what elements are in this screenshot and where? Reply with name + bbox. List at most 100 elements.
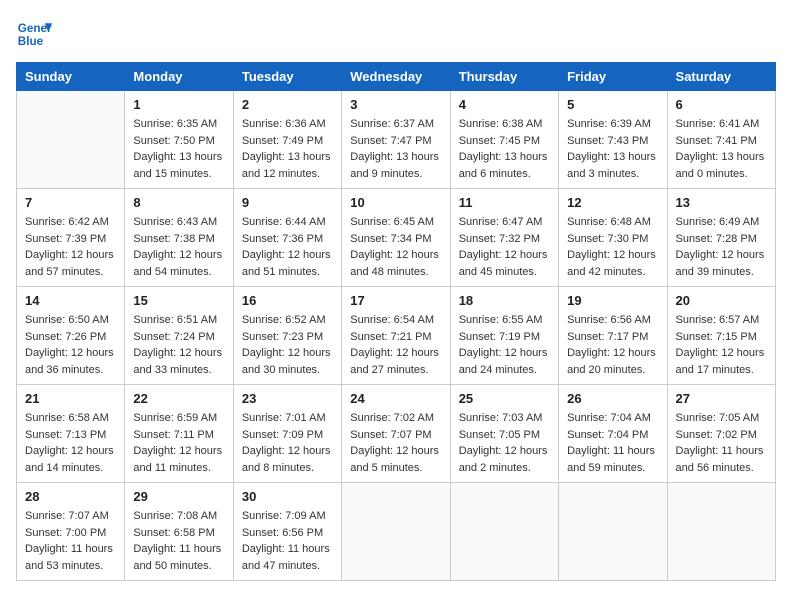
day-number: 7 (25, 195, 116, 210)
day-number: 11 (459, 195, 550, 210)
svg-text:Blue: Blue (18, 35, 44, 48)
day-info: Sunrise: 7:04 AMSunset: 7:04 PMDaylight:… (567, 410, 658, 476)
calendar-cell: 28 Sunrise: 7:07 AMSunset: 7:00 PMDayligh… (17, 483, 125, 581)
page-header: General Blue (16, 16, 776, 52)
day-number: 5 (567, 97, 658, 112)
day-number: 2 (242, 97, 333, 112)
day-info: Sunrise: 6:48 AMSunset: 7:30 PMDaylight:… (567, 214, 658, 280)
logo: General Blue (16, 16, 52, 52)
day-number: 9 (242, 195, 333, 210)
day-info: Sunrise: 6:57 AMSunset: 7:15 PMDaylight:… (676, 312, 767, 378)
day-number: 21 (25, 391, 116, 406)
weekday-header-thursday: Thursday (450, 63, 558, 91)
day-number: 15 (133, 293, 224, 308)
day-number: 6 (676, 97, 767, 112)
week-row-3: 14Sunrise: 6:50 AMSunset: 7:26 PMDayligh… (17, 287, 776, 385)
calendar-cell: 15 Sunrise: 6:51 AMSunset: 7:24 PMDayligh… (125, 287, 233, 385)
day-number: 28 (25, 489, 116, 504)
day-number: 8 (133, 195, 224, 210)
calendar-cell: 30 Sunrise: 7:09 AMSunset: 6:56 PMDayligh… (233, 483, 341, 581)
day-info: Sunrise: 6:37 AMSunset: 7:47 PMDaylight:… (350, 116, 441, 182)
weekday-header-wednesday: Wednesday (342, 63, 450, 91)
day-number: 13 (676, 195, 767, 210)
calendar-cell: 29 Sunrise: 7:08 AMSunset: 6:58 PMDayligh… (125, 483, 233, 581)
day-number: 20 (676, 293, 767, 308)
day-number: 25 (459, 391, 550, 406)
day-info: Sunrise: 6:55 AMSunset: 7:19 PMDaylight:… (459, 312, 550, 378)
calendar-cell: 2 Sunrise: 6:36 AMSunset: 7:49 PMDaylight… (233, 91, 341, 189)
day-number: 1 (133, 97, 224, 112)
day-info: Sunrise: 7:07 AMSunset: 7:00 PMDaylight:… (25, 508, 116, 574)
calendar-cell: 24 Sunrise: 7:02 AMSunset: 7:07 PMDayligh… (342, 385, 450, 483)
weekday-header-tuesday: Tuesday (233, 63, 341, 91)
day-info: Sunrise: 6:45 AMSunset: 7:34 PMDaylight:… (350, 214, 441, 280)
calendar-cell: 14Sunrise: 6:50 AMSunset: 7:26 PMDayligh… (17, 287, 125, 385)
calendar-cell: 12Sunrise: 6:48 AMSunset: 7:30 PMDayligh… (559, 189, 667, 287)
calendar-cell: 1Sunrise: 6:35 AMSunset: 7:50 PMDaylight… (125, 91, 233, 189)
calendar-cell: 10 Sunrise: 6:45 AMSunset: 7:34 PMDayligh… (342, 189, 450, 287)
day-info: Sunrise: 6:56 AMSunset: 7:17 PMDaylight:… (567, 312, 658, 378)
day-number: 29 (133, 489, 224, 504)
calendar-cell: 7 Sunrise: 6:42 AMSunset: 7:39 PMDaylight… (17, 189, 125, 287)
day-info: Sunrise: 6:44 AMSunset: 7:36 PMDaylight:… (242, 214, 333, 280)
day-info: Sunrise: 6:38 AMSunset: 7:45 PMDaylight:… (459, 116, 550, 182)
calendar-cell: 18 Sunrise: 6:55 AMSunset: 7:19 PMDayligh… (450, 287, 558, 385)
day-number: 17 (350, 293, 441, 308)
calendar-cell: 23Sunrise: 7:01 AMSunset: 7:09 PMDayligh… (233, 385, 341, 483)
calendar-cell: 5 Sunrise: 6:39 AMSunset: 7:43 PMDaylight… (559, 91, 667, 189)
weekday-header-saturday: Saturday (667, 63, 775, 91)
day-number: 10 (350, 195, 441, 210)
calendar-cell: 3 Sunrise: 6:37 AMSunset: 7:47 PMDaylight… (342, 91, 450, 189)
weekday-header-sunday: Sunday (17, 63, 125, 91)
calendar-cell (342, 483, 450, 581)
day-info: Sunrise: 7:02 AMSunset: 7:07 PMDaylight:… (350, 410, 441, 476)
calendar-cell: 4 Sunrise: 6:38 AMSunset: 7:45 PMDaylight… (450, 91, 558, 189)
day-number: 14 (25, 293, 116, 308)
day-info: Sunrise: 7:08 AMSunset: 6:58 PMDaylight:… (133, 508, 224, 574)
day-number: 23 (242, 391, 333, 406)
calendar-cell: 8Sunrise: 6:43 AMSunset: 7:38 PMDaylight… (125, 189, 233, 287)
calendar-cell: 13 Sunrise: 6:49 AMSunset: 7:28 PMDayligh… (667, 189, 775, 287)
day-number: 24 (350, 391, 441, 406)
day-info: Sunrise: 6:47 AMSunset: 7:32 PMDaylight:… (459, 214, 550, 280)
calendar-cell: 27Sunrise: 7:05 AMSunset: 7:02 PMDayligh… (667, 385, 775, 483)
day-info: Sunrise: 6:51 AMSunset: 7:24 PMDaylight:… (133, 312, 224, 378)
day-info: Sunrise: 6:36 AMSunset: 7:49 PMDaylight:… (242, 116, 333, 182)
day-number: 30 (242, 489, 333, 504)
calendar-cell: 17 Sunrise: 6:54 AMSunset: 7:21 PMDayligh… (342, 287, 450, 385)
day-number: 22 (133, 391, 224, 406)
weekday-header-friday: Friday (559, 63, 667, 91)
week-row-5: 28 Sunrise: 7:07 AMSunset: 7:00 PMDayligh… (17, 483, 776, 581)
calendar-cell: 21 Sunrise: 6:58 AMSunset: 7:13 PMDayligh… (17, 385, 125, 483)
day-info: Sunrise: 7:09 AMSunset: 6:56 PMDaylight:… (242, 508, 333, 574)
calendar-cell: 11 Sunrise: 6:47 AMSunset: 7:32 PMDayligh… (450, 189, 558, 287)
calendar-cell: 25 Sunrise: 7:03 AMSunset: 7:05 PMDayligh… (450, 385, 558, 483)
calendar-cell: 16Sunrise: 6:52 AMSunset: 7:23 PMDayligh… (233, 287, 341, 385)
day-number: 18 (459, 293, 550, 308)
day-info: Sunrise: 6:54 AMSunset: 7:21 PMDaylight:… (350, 312, 441, 378)
calendar-cell: 19Sunrise: 6:56 AMSunset: 7:17 PMDayligh… (559, 287, 667, 385)
calendar-cell: 22 Sunrise: 6:59 AMSunset: 7:11 PMDayligh… (125, 385, 233, 483)
weekday-header-monday: Monday (125, 63, 233, 91)
day-info: Sunrise: 6:52 AMSunset: 7:23 PMDaylight:… (242, 312, 333, 378)
day-info: Sunrise: 6:49 AMSunset: 7:28 PMDaylight:… (676, 214, 767, 280)
day-info: Sunrise: 6:41 AMSunset: 7:41 PMDaylight:… (676, 116, 767, 182)
logo-icon: General Blue (16, 16, 52, 52)
day-info: Sunrise: 6:59 AMSunset: 7:11 PMDaylight:… (133, 410, 224, 476)
day-info: Sunrise: 6:58 AMSunset: 7:13 PMDaylight:… (25, 410, 116, 476)
calendar-cell (667, 483, 775, 581)
day-number: 27 (676, 391, 767, 406)
day-info: Sunrise: 7:03 AMSunset: 7:05 PMDaylight:… (459, 410, 550, 476)
calendar-cell (559, 483, 667, 581)
calendar-cell: 20 Sunrise: 6:57 AMSunset: 7:15 PMDayligh… (667, 287, 775, 385)
calendar-header: SundayMondayTuesdayWednesdayThursdayFrid… (17, 63, 776, 91)
day-number: 4 (459, 97, 550, 112)
week-row-4: 21 Sunrise: 6:58 AMSunset: 7:13 PMDayligh… (17, 385, 776, 483)
calendar-table: SundayMondayTuesdayWednesdayThursdayFrid… (16, 62, 776, 581)
day-number: 3 (350, 97, 441, 112)
day-info: Sunrise: 6:39 AMSunset: 7:43 PMDaylight:… (567, 116, 658, 182)
day-info: Sunrise: 6:42 AMSunset: 7:39 PMDaylight:… (25, 214, 116, 280)
day-number: 26 (567, 391, 658, 406)
calendar-cell: 6 Sunrise: 6:41 AMSunset: 7:41 PMDaylight… (667, 91, 775, 189)
calendar-cell (17, 91, 125, 189)
